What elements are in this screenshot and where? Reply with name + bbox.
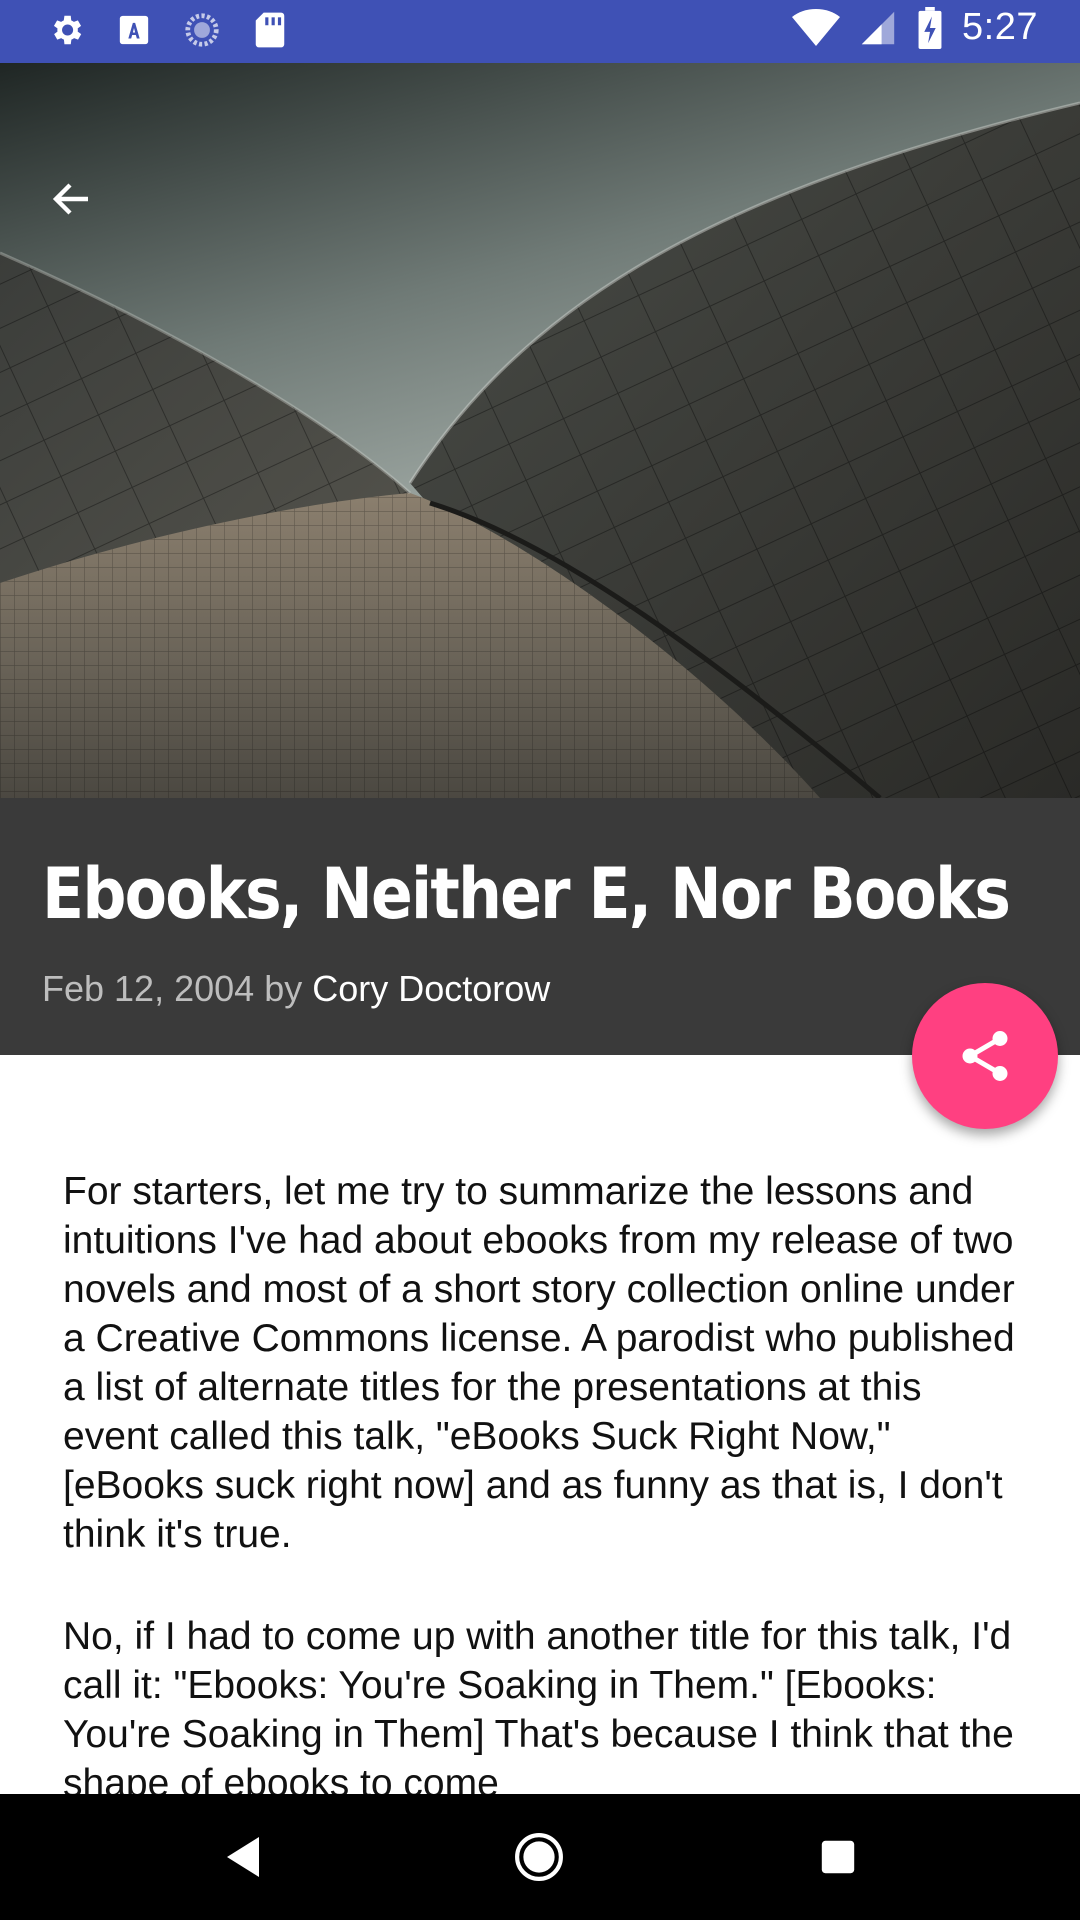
back-arrow-icon (52, 183, 88, 215)
article-meta: Feb 12, 2004 by Cory Doctorow (42, 968, 550, 1010)
sd-card-icon (250, 10, 290, 50)
article-paragraph: No, if I had to come up with another tit… (63, 1615, 1014, 1794)
nav-home-button[interactable] (506, 1824, 572, 1890)
article-paragraph: For starters, let me try to summarize th… (63, 1170, 1015, 1556)
article-body[interactable]: For starters, let me try to summarize th… (0, 1055, 1080, 1794)
hero-image (0, 63, 1080, 798)
article-by: by (264, 968, 303, 1009)
status-time: 5:27 (962, 6, 1038, 48)
status-bar-notifications (46, 10, 290, 50)
opera-house-photo (0, 63, 1080, 798)
wifi-icon (792, 8, 841, 48)
battery-charging-icon (916, 6, 944, 49)
navigation-bar (0, 1794, 1080, 1920)
recents-square-icon (821, 1840, 855, 1874)
article-header: Ebooks, Neither E, Nor Books Feb 12, 200… (0, 798, 1080, 1055)
nav-recents-button[interactable] (805, 1824, 871, 1890)
nav-back-button[interactable] (210, 1824, 276, 1890)
back-button[interactable] (36, 163, 108, 235)
home-circle-icon (515, 1833, 563, 1881)
back-triangle-icon (227, 1837, 259, 1877)
article-author[interactable]: Cory Doctorow (312, 968, 550, 1009)
article-date: Feb 12, 2004 (42, 968, 255, 1009)
font-a-icon (114, 10, 154, 50)
status-bar-system: 5:27 (792, 6, 1038, 49)
cell-signal-icon (858, 8, 898, 48)
article-title: Ebooks, Neither E, Nor Books (42, 853, 1011, 935)
share-icon (962, 1031, 1008, 1081)
gear-icon (46, 10, 86, 50)
share-button[interactable] (912, 983, 1058, 1129)
sync-circle-icon (182, 10, 222, 50)
status-bar: 5:27 (0, 0, 1080, 63)
